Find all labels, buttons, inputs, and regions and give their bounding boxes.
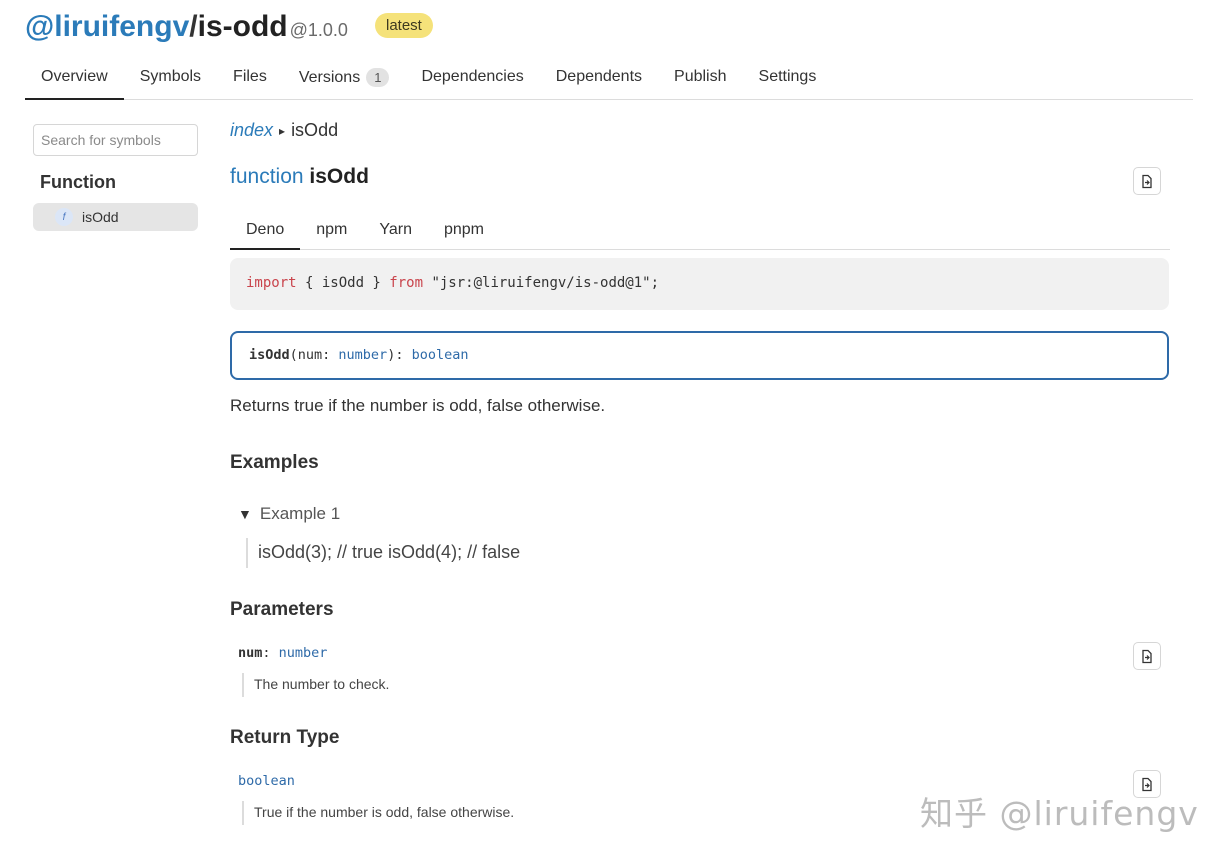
tab-settings[interactable]: Settings	[743, 58, 833, 100]
symbol-search-input[interactable]	[33, 124, 198, 156]
code-keyword-from: from	[389, 275, 424, 291]
breadcrumb-index-link[interactable]: index	[230, 120, 273, 141]
breadcrumb-separator-icon: ▸	[279, 123, 286, 138]
tab-yarn[interactable]: Yarn	[363, 212, 428, 250]
symbol-description: Returns true if the number is odd, false…	[230, 396, 606, 415]
examples-heading: Examples	[230, 452, 319, 473]
package-name: is-odd	[197, 10, 288, 43]
tab-files[interactable]: Files	[217, 58, 283, 100]
param-type[interactable]: number	[279, 645, 328, 661]
function-signature: isOdd(num: number): boolean	[230, 331, 1169, 380]
tab-publish[interactable]: Publish	[658, 58, 742, 100]
versions-count-badge: 1	[366, 68, 390, 87]
tab-dependents[interactable]: Dependents	[540, 58, 658, 100]
triangle-down-icon: ▼	[238, 506, 252, 522]
symbols-sidebar: Function f isOdd	[33, 124, 198, 231]
package-scope-link[interactable]: @liruifengv	[25, 10, 189, 44]
breadcrumb: index ▸ isOdd	[230, 120, 1170, 141]
signature-close: ):	[387, 347, 412, 363]
return-doc: True if the number is odd, false otherwi…	[242, 801, 514, 825]
tab-dependencies[interactable]: Dependencies	[405, 58, 539, 100]
tab-deno[interactable]: Deno	[230, 212, 301, 250]
symbol-kind: function	[230, 165, 304, 188]
package-tabs: Overview Symbols Files Versions 1 Depende…	[25, 58, 1193, 100]
watermark: 知乎 @liruifengv	[920, 794, 1199, 833]
signature-name: isOdd	[249, 347, 290, 363]
tab-npm[interactable]: npm	[300, 212, 363, 250]
tab-label: Dependents	[555, 68, 643, 85]
sidebar-item-isodd[interactable]: f isOdd	[33, 203, 198, 231]
signature-open: (num:	[289, 347, 339, 363]
code-keyword-import: import	[246, 275, 297, 291]
tab-versions[interactable]: Versions 1	[283, 58, 406, 100]
tab-label: Overview	[41, 68, 108, 85]
install-tabs: Deno npm Yarn pnpm	[230, 212, 1170, 250]
example-title: Example 1	[259, 504, 341, 523]
return-type: boolean	[238, 773, 295, 789]
param-source-button[interactable]	[1133, 642, 1161, 670]
param-num: num: number	[238, 645, 327, 661]
tab-label: Files	[233, 68, 267, 85]
signature-return-type[interactable]: boolean	[412, 347, 469, 363]
param-doc: The number to check.	[242, 673, 389, 697]
source-file-icon	[1142, 174, 1152, 188]
tab-label: Settings	[758, 68, 817, 85]
breadcrumb-current: isOdd	[291, 120, 339, 140]
tab-label: Dependencies	[421, 68, 524, 85]
import-code-block: import { isOdd } from "jsr:@liruifengv/i…	[230, 258, 1169, 310]
function-kind-icon: f	[55, 208, 73, 226]
tab-pnpm[interactable]: pnpm	[428, 212, 500, 250]
symbol-doc: index ▸ isOdd function isOdd Deno npm Ya…	[230, 120, 1170, 825]
package-slash: /	[189, 10, 198, 43]
return-type-heading: Return Type	[230, 727, 340, 748]
return-type-value[interactable]: boolean	[238, 773, 295, 789]
view-source-button[interactable]	[1133, 167, 1161, 195]
sidebar-heading-function: Function	[40, 172, 116, 192]
source-file-icon	[1142, 649, 1152, 663]
code-imported-names: { isOdd }	[296, 275, 390, 291]
param-colon: :	[262, 645, 279, 661]
tab-label: Symbols	[139, 68, 202, 85]
code-specifier: "jsr:@liruifengv/is-odd@1";	[423, 275, 660, 291]
symbol-name: isOdd	[309, 165, 369, 188]
param-name: num	[238, 645, 263, 661]
package-version: @1.0.0	[289, 20, 348, 40]
parameters-heading: Parameters	[230, 599, 334, 620]
example-1-toggle[interactable]: ▼ Example 1	[238, 504, 340, 524]
tab-label: Versions	[298, 69, 361, 86]
tab-overview[interactable]: Overview	[25, 58, 124, 100]
package-title: @liruifengv / is-odd @1.0.0	[25, 10, 348, 44]
signature-param-type[interactable]: number	[338, 347, 387, 363]
example-1-code: isOdd(3); // true isOdd(4); // false	[246, 538, 520, 568]
symbol-title: function isOdd	[230, 165, 369, 189]
tab-symbols[interactable]: Symbols	[124, 58, 217, 100]
latest-badge: latest	[375, 13, 433, 38]
tab-label: Publish	[674, 68, 727, 85]
sidebar-item-label: isOdd	[82, 209, 119, 225]
